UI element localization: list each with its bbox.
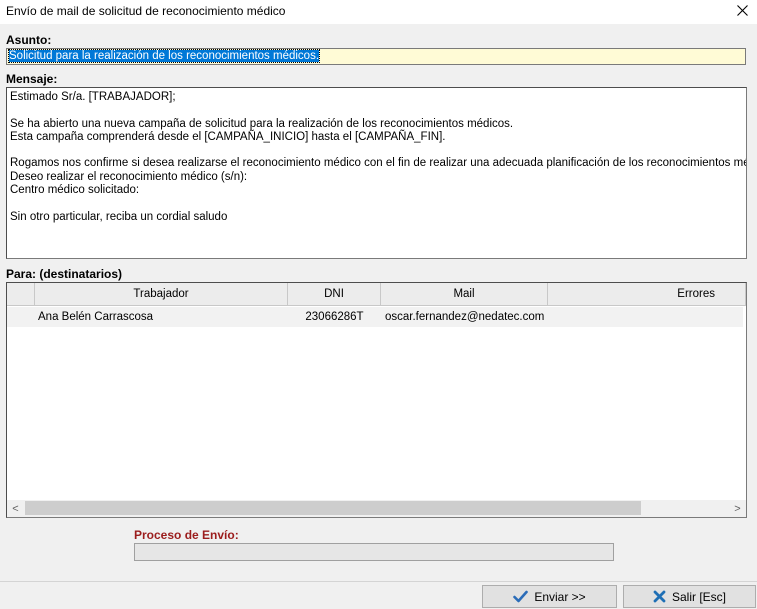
column-header-errores[interactable]: Errores	[548, 283, 746, 305]
scroll-thumb[interactable]	[25, 501, 641, 515]
message-textarea[interactable]: Estimado Sr/a. [TRABAJADOR]; Se ha abier…	[6, 87, 747, 259]
recipients-grid[interactable]: Trabajador DNI Mail Errores Ana Belén Ca…	[6, 282, 747, 518]
progress-bar	[134, 543, 614, 561]
title-bar: Envío de mail de solicitud de reconocimi…	[0, 0, 757, 24]
subject-value: Solicitud para la realización de los rec…	[7, 49, 321, 63]
send-button-label: Enviar >>	[534, 589, 586, 604]
message-line: Estimado Sr/a. [TRABAJADOR];	[10, 91, 176, 103]
column-header-dni[interactable]: DNI	[288, 283, 381, 305]
message-line: Deseo realizar el reconocimiento médico …	[10, 170, 248, 183]
message-line: Centro médico solicitado:	[10, 184, 140, 197]
message-line: Rogamos nos confirme si desea realizarse…	[10, 157, 747, 170]
message-line	[10, 197, 743, 210]
recipients-label: Para: (destinatarios)	[6, 267, 123, 281]
cell-mail[interactable]: oscar.fernandez@nedatec.com	[381, 307, 548, 327]
progress-label: Proceso de Envío:	[134, 528, 239, 542]
column-header-trabajador[interactable]: Trabajador	[35, 283, 288, 305]
exit-button[interactable]: Salir [Esc]	[623, 585, 756, 608]
window-title: Envío de mail de solicitud de reconocimi…	[6, 4, 286, 18]
message-line	[10, 144, 743, 157]
horizontal-scrollbar[interactable]: < >	[7, 500, 746, 517]
close-button[interactable]	[727, 0, 757, 24]
scroll-left-icon[interactable]: <	[7, 500, 24, 517]
subject-label: Asunto:	[6, 33, 52, 47]
row-indicator	[7, 307, 35, 327]
x-icon	[653, 590, 666, 603]
message-line: Se ha abierto una nueva campaña de solic…	[10, 117, 514, 130]
column-header-mail[interactable]: Mail	[381, 283, 548, 305]
row-indicator-header	[7, 283, 35, 305]
message-line	[10, 104, 743, 117]
message-line: Esta campaña comprenderá desde el [CAMPA…	[10, 130, 446, 143]
footer-divider	[0, 581, 757, 582]
message-line: Sin otro particular, reciba un cordial s…	[10, 210, 228, 223]
cell-trabajador[interactable]: Ana Belén Carrascosa	[35, 307, 288, 327]
subject-input[interactable]: Solicitud para la realización de los rec…	[6, 48, 746, 65]
cell-dni[interactable]: 23066286T	[288, 307, 381, 327]
checkmark-icon	[513, 590, 529, 603]
send-button[interactable]: Enviar >>	[482, 585, 617, 608]
grid-header: Trabajador DNI Mail Errores	[7, 283, 746, 306]
scroll-right-icon[interactable]: >	[729, 500, 746, 517]
cell-errores[interactable]	[548, 307, 743, 327]
message-label: Mensaje:	[6, 72, 58, 86]
table-row[interactable]: Ana Belén Carrascosa 23066286T oscar.fer…	[7, 307, 743, 327]
close-icon	[736, 5, 748, 19]
exit-button-label: Salir [Esc]	[671, 589, 726, 604]
